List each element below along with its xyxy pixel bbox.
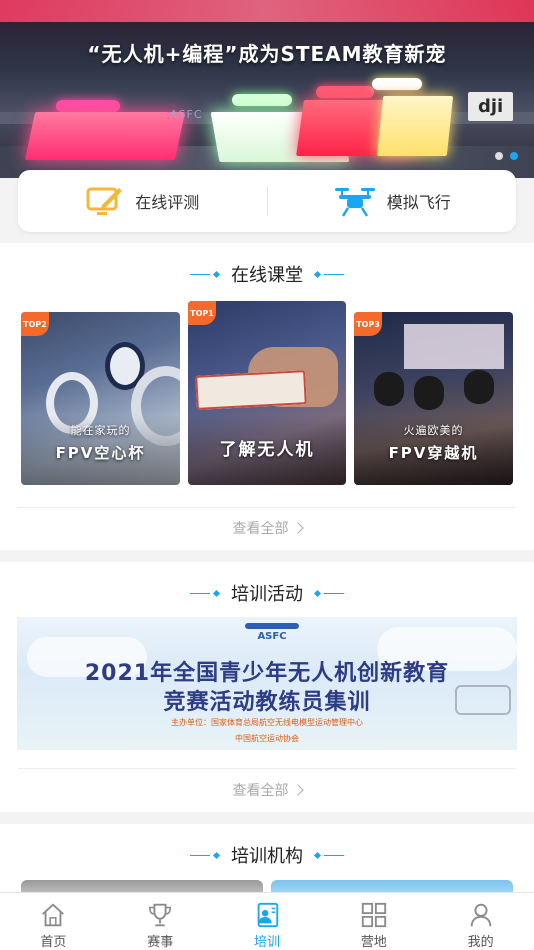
drone-icon: [334, 188, 375, 217]
training-banner-line1: 2021年全国青少年无人机创新教育: [84, 661, 450, 686]
see-all-label: 查看全部: [232, 783, 289, 799]
training-event-banner[interactable]: ASFC 2021年全国青少年无人机创新教育 竞赛活动教练员集训 主办单位：国家…: [17, 617, 517, 750]
drone-outline-graphic: [455, 685, 511, 715]
tab-camp[interactable]: 营地: [320, 893, 427, 950]
banner-dot-active[interactable]: [510, 152, 518, 160]
online-classroom-title: 在线课堂: [231, 265, 303, 286]
app-page: ASFC dji “无人机+编程”成为STEAM教育新宠 在线评测 模拟飞行 在…: [0, 0, 534, 950]
section-title: 培训活动: [0, 580, 534, 606]
tab-training[interactable]: 培训: [214, 893, 321, 950]
banner-drone: [56, 100, 120, 112]
quick-actions: 在线评测 模拟飞行: [18, 170, 516, 232]
rank-badge: TOP3: [354, 312, 382, 336]
course-caption: FPV空心杯: [55, 444, 146, 462]
asfc-logo: ASFC: [245, 623, 299, 642]
grid-icon: [361, 902, 386, 928]
home-icon: [42, 903, 65, 927]
tab-events[interactable]: 赛事: [107, 893, 214, 950]
trophy-icon: [149, 903, 172, 927]
training-banner-organizer: 主办单位：国家体育总局航空无线电模型运动管理中心: [171, 718, 363, 727]
tab-label: 我的: [467, 935, 494, 950]
tab-profile[interactable]: 我的: [427, 893, 534, 950]
banner-launch-pad: [24, 112, 186, 160]
banner-sign: ASFC: [170, 108, 203, 121]
bottom-tab-bar: 首页 赛事 培训 营地 我的: [0, 892, 534, 950]
banner-stripe: [0, 0, 534, 22]
tab-label: 培训: [253, 935, 280, 950]
chevron-right-icon: [291, 784, 304, 796]
chevron-right-icon: [291, 522, 304, 534]
hero-banner[interactable]: ASFC dji “无人机+编程”成为STEAM教育新宠: [0, 0, 534, 178]
training-activities-title: 培训活动: [231, 584, 303, 605]
flight-simulator-label: 模拟飞行: [386, 193, 451, 212]
course-card-fpv-coreless[interactable]: TOP2 能在家玩的 FPV空心杯: [21, 312, 180, 485]
section-title: 培训机构: [0, 842, 534, 868]
banner-drone: [316, 86, 374, 98]
banner-pagination: [495, 152, 518, 160]
online-assessment-button[interactable]: 在线评测: [18, 170, 267, 232]
section-title: 在线课堂: [0, 261, 534, 287]
rank-badge: TOP1: [188, 301, 216, 325]
user-icon: [470, 903, 491, 927]
course-card-learn-drone[interactable]: TOP1 了解无人机: [188, 301, 346, 485]
courses-see-all-link[interactable]: 查看全部: [18, 507, 516, 550]
banner-drone: [372, 78, 422, 90]
course-caption-small: 火遍欧美的: [403, 424, 464, 437]
course-card-fpv-racer[interactable]: TOP3 火遍欧美的 FPV穿越机: [354, 312, 513, 485]
training-icon: [257, 902, 279, 928]
banner-title: “无人机+编程”成为STEAM教育新宠: [87, 42, 447, 66]
banner-brand-logo: dji: [468, 92, 514, 121]
training-see-all-link[interactable]: 查看全部: [18, 768, 516, 812]
tab-label: 赛事: [147, 935, 174, 950]
tab-home[interactable]: 首页: [0, 893, 107, 950]
training-banner-line2: 竞赛活动教练员集训: [163, 690, 371, 715]
online-assessment-label: 在线评测: [135, 193, 200, 212]
banner-drone: [232, 94, 292, 106]
rank-badge: TOP2: [21, 312, 49, 336]
tablet-pen-icon: [86, 187, 123, 215]
training-institutions-title: 培训机构: [231, 846, 303, 867]
see-all-label: 查看全部: [232, 521, 289, 537]
banner-dot[interactable]: [495, 152, 503, 160]
training-banner-association: 中国航空运动协会: [235, 734, 299, 743]
course-caption: 了解无人机: [219, 440, 315, 460]
course-caption-small: 能在家玩的: [70, 424, 131, 437]
flight-simulator-button[interactable]: 模拟飞行: [268, 170, 517, 232]
banner-launch-pad: [376, 96, 454, 156]
course-caption: FPV穿越机: [388, 444, 479, 462]
tab-label: 营地: [360, 935, 387, 950]
tab-label: 首页: [40, 935, 67, 950]
